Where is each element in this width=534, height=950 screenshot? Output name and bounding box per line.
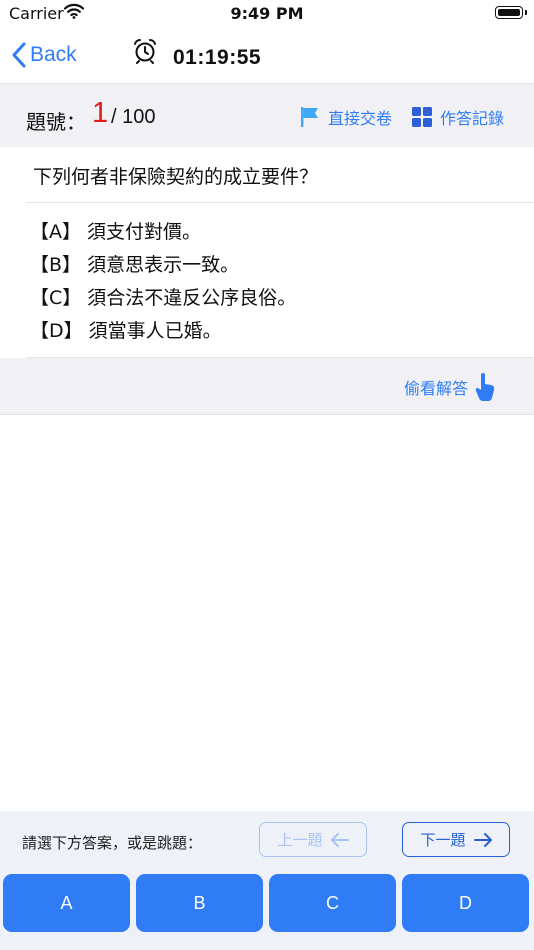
back-button[interactable]: Back [12, 40, 77, 70]
question-number-label: 題號： [26, 110, 86, 134]
peek-answer-label: 偷看解答 [403, 379, 468, 398]
back-label: Back [30, 43, 77, 66]
previous-question-label: 上一題 [277, 831, 323, 849]
peek-answer-button[interactable]: 偷看解答 [404, 372, 496, 402]
pointing-hand-icon [475, 373, 495, 401]
grid-icon [412, 107, 432, 127]
chevron-left-icon [12, 42, 26, 68]
option-b: 【B】 須意思表示一致。 [30, 254, 240, 276]
instruction-text: 請選下方答案，或是跳題： [22, 834, 203, 852]
current-question-number: 1 [92, 97, 109, 129]
peek-answer-bar: 偷看解答 [0, 358, 534, 415]
answer-records-label: 作答記錄 [440, 109, 505, 128]
total-questions: / 100 [111, 106, 156, 128]
battery-tip [525, 10, 527, 15]
battery-icon [495, 6, 523, 19]
status-bar: Carrier 9:49 PM [0, 0, 534, 28]
previous-question-button[interactable]: 上一題 [259, 822, 367, 857]
arrow-left-icon [330, 832, 349, 847]
answer-a-button[interactable]: A [3, 874, 130, 932]
divider [26, 202, 534, 203]
nav-bar: Back 01:19:55 [0, 28, 534, 82]
status-time: 9:49 PM [230, 4, 304, 23]
submit-exam-button[interactable]: 直接交卷 [300, 105, 392, 129]
option-a: 【A】 須支付對價。 [30, 221, 202, 243]
option-c: 【C】 須合法不違反公序良俗。 [30, 287, 297, 309]
question-header: 題號： 1 / 100 直接交卷 作答記錄 [0, 83, 534, 147]
submit-exam-label: 直接交卷 [328, 109, 393, 128]
bottom-panel: 請選下方答案，或是跳題： 上一題 下一題 A B C D [0, 811, 534, 950]
question-text: 下列何者非保險契約的成立要件？ [33, 166, 319, 188]
alarm-clock-icon [132, 38, 158, 68]
option-d: 【D】 須當事人已婚。 [30, 320, 222, 342]
answer-c-button[interactable]: C [269, 874, 396, 932]
answer-records-button[interactable]: 作答記錄 [412, 105, 504, 129]
answer-b-button[interactable]: B [136, 874, 263, 932]
next-question-label: 下一題 [420, 831, 466, 849]
options-list: 【A】 須支付對價。 【B】 須意思表示一致。 【C】 須合法不違反公序良俗。 … [30, 218, 296, 350]
next-question-button[interactable]: 下一題 [402, 822, 510, 857]
flag-icon [301, 107, 318, 127]
timer-display: 01:19:55 [173, 46, 262, 69]
arrow-right-icon [473, 832, 492, 847]
answer-d-button[interactable]: D [402, 874, 529, 932]
